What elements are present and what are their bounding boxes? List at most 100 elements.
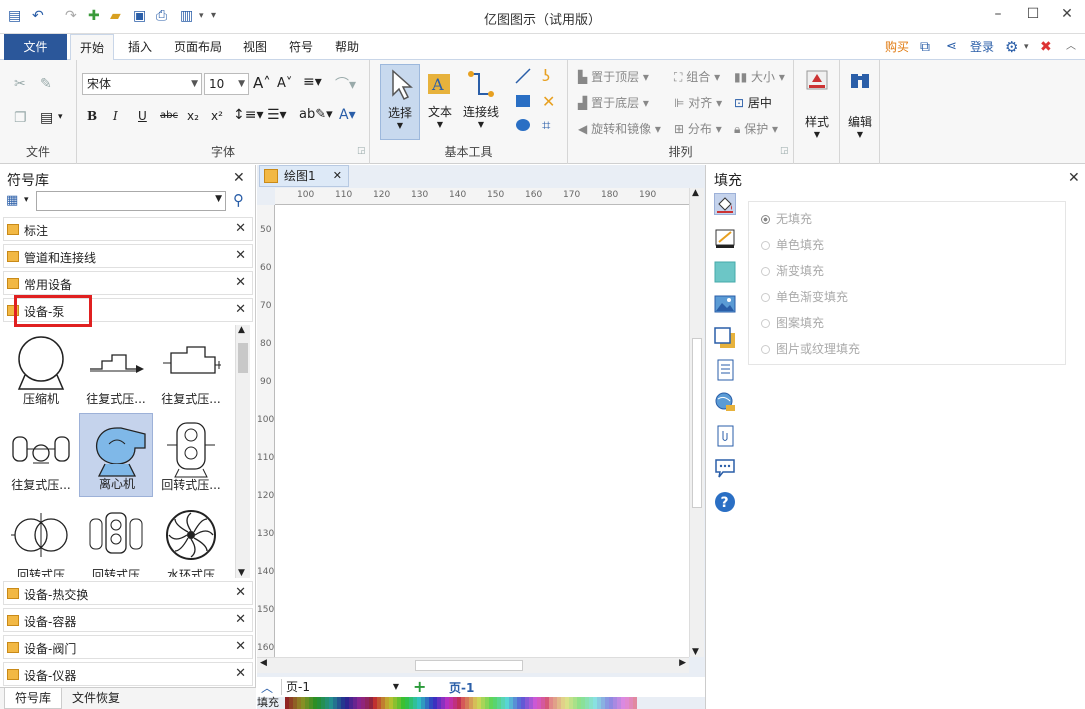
font-color-icon[interactable]: A▾ xyxy=(339,107,356,123)
font-name-select[interactable]: 宋体 ▼ xyxy=(82,73,202,95)
help-icon[interactable]: ? xyxy=(714,491,736,513)
scroll-left-icon[interactable]: ◀ xyxy=(260,658,267,668)
format-painter-icon[interactable]: ✎ xyxy=(40,76,52,92)
collapse-ribbon-icon[interactable]: ︿ xyxy=(1066,34,1076,60)
scroll-up-icon[interactable]: ▲ xyxy=(238,325,245,335)
shape-reciprocating-compressor-3[interactable]: 往复式压... xyxy=(4,413,78,497)
fill-option-gradient[interactable]: 渐变填充 xyxy=(761,262,824,279)
attachment-icon[interactable] xyxy=(714,425,736,447)
superscript-icon[interactable]: x² xyxy=(211,109,223,123)
line-style-icon[interactable] xyxy=(714,227,736,249)
shape-rotary-compressor-3[interactable]: 回转式压 xyxy=(79,499,153,577)
file-menu-button[interactable]: 文件 xyxy=(4,34,67,60)
tab-symbol-library[interactable]: 符号库 xyxy=(4,688,62,709)
shape-reciprocating-compressor-1[interactable]: 往复式压... xyxy=(79,327,153,411)
scroll-right-icon[interactable]: ▶ xyxy=(679,658,686,668)
size-button[interactable]: ▮▮ 大小 ▾ xyxy=(734,68,785,85)
canvas-horizontal-scrollbar[interactable]: ◀ ▶ xyxy=(257,657,689,673)
canvas-vertical-scrollbar[interactable]: ▲ ▼ xyxy=(689,188,704,657)
close-icon[interactable]: ✕ xyxy=(333,166,342,186)
color-palette-strip[interactable] xyxy=(285,697,637,709)
font-size-select[interactable]: 10 ▼ xyxy=(204,73,249,95)
page-select[interactable]: 页-1 ▼ xyxy=(281,679,401,695)
bring-to-front-button[interactable]: ▙ 置于顶层 ▾ xyxy=(578,68,649,85)
tab-file-recovery[interactable]: 文件恢复 xyxy=(72,688,120,708)
shadow-icon[interactable] xyxy=(714,327,736,349)
library-header-annotation[interactable]: 标注 ✕ xyxy=(3,217,253,241)
arc-tool-icon[interactable]: ʖ xyxy=(542,66,550,85)
send-to-back-button[interactable]: ▟ 置于底层 ▾ xyxy=(578,94,649,111)
library-header-valves[interactable]: 设备-阀门 ✕ xyxy=(3,635,253,659)
tab-view[interactable]: 视图 xyxy=(236,34,274,60)
scroll-thumb[interactable] xyxy=(415,660,523,671)
fill-option-picture-texture[interactable]: 图片或纹理填充 xyxy=(761,340,860,357)
select-tool-button[interactable]: 选择 ▼ xyxy=(380,64,420,140)
crop-tool-icon[interactable]: ⌗ xyxy=(542,116,550,134)
fill-option-solid[interactable]: 单色填充 xyxy=(761,236,824,253)
symbol-search-input[interactable]: ▼ xyxy=(36,191,226,211)
image-icon[interactable] xyxy=(714,293,736,315)
close-icon[interactable]: ✕ xyxy=(235,221,246,236)
close-icon[interactable]: ✕ xyxy=(235,248,246,263)
search-icon[interactable]: ⚲ xyxy=(233,191,244,209)
style-button[interactable]: 样式 ▼ xyxy=(798,68,836,150)
text-tool-button[interactable]: A 文本 ▼ xyxy=(422,64,458,140)
close-icon[interactable]: ✕ xyxy=(235,666,246,681)
maximize-icon[interactable]: ☐ xyxy=(1020,6,1046,26)
connector-tool-button[interactable]: 连接线 ▼ xyxy=(460,64,502,140)
tab-insert[interactable]: 插入 xyxy=(120,34,160,60)
drawing-page[interactable] xyxy=(275,205,689,657)
fill-bucket-icon[interactable] xyxy=(714,193,736,215)
library-header-vessels[interactable]: 设备-容器 ✕ xyxy=(3,608,253,632)
scroll-thumb[interactable] xyxy=(692,338,702,508)
edit-button[interactable]: 编辑 ▼ xyxy=(842,68,878,150)
shrink-font-icon[interactable]: A˅ xyxy=(277,76,292,91)
library-menu-dropdown-icon[interactable]: ▾ xyxy=(24,195,29,205)
page-tab[interactable]: 页-1 xyxy=(449,679,474,696)
close-icon[interactable]: ✕ xyxy=(235,639,246,654)
close-icon[interactable]: ✕ xyxy=(233,170,245,186)
strikethrough-icon[interactable]: abc xyxy=(160,110,178,121)
scroll-down-icon[interactable]: ▼ xyxy=(692,647,699,657)
settings-dropdown-icon[interactable]: ▾ xyxy=(1024,34,1029,60)
bold-icon[interactable]: B xyxy=(87,109,97,123)
cut-icon[interactable]: ✂ xyxy=(14,76,26,92)
tab-symbols[interactable]: 符号 xyxy=(282,34,320,60)
library-header-common-equipment[interactable]: 常用设备 ✕ xyxy=(3,271,253,295)
close-icon[interactable]: ✕ xyxy=(1068,170,1080,186)
shape-water-ring-compressor[interactable]: 水环式压 xyxy=(154,499,228,577)
scroll-down-icon[interactable]: ▼ xyxy=(238,568,245,578)
underline-icon[interactable]: U xyxy=(138,109,147,123)
tab-help[interactable]: 帮助 xyxy=(328,34,366,60)
share-window-icon[interactable]: ⧉ xyxy=(920,34,930,60)
italic-icon[interactable]: I xyxy=(113,109,118,123)
line-spacing-icon[interactable]: ↕≡▾ xyxy=(233,107,264,123)
tab-home[interactable]: 开始 xyxy=(70,34,114,61)
minimize-icon[interactable]: – xyxy=(985,6,1011,26)
close-icon[interactable]: ✕ xyxy=(235,585,246,600)
paste-icon[interactable]: ▤ xyxy=(40,110,53,126)
group-button[interactable]: ⛶ 组合 ▾ xyxy=(674,68,720,85)
grow-font-icon[interactable]: A˄ xyxy=(253,74,271,92)
library-header-pipes[interactable]: 管道和连接线 ✕ xyxy=(3,244,253,268)
line-tool-icon[interactable] xyxy=(515,68,531,84)
library-header-heat-exchange[interactable]: 设备-热交换 ✕ xyxy=(3,581,253,605)
buy-link[interactable]: 购买 xyxy=(885,34,909,60)
document-properties-icon[interactable] xyxy=(714,359,736,381)
comment-icon[interactable] xyxy=(714,457,736,479)
paragraph-align-icon[interactable]: ≡▾ xyxy=(303,74,322,90)
line-spacing-curve-icon[interactable]: ⌒▾ xyxy=(335,74,356,94)
close-icon[interactable]: ✕ xyxy=(235,612,246,627)
share-icon[interactable]: ⋖ xyxy=(946,34,957,60)
text-highlight-icon[interactable]: ab✎▾ xyxy=(299,107,333,122)
scroll-up-icon[interactable]: ▲ xyxy=(692,188,699,198)
subscript-icon[interactable]: x₂ xyxy=(187,109,199,123)
cross-tool-icon[interactable]: ✕ xyxy=(542,92,555,111)
paste-dropdown-icon[interactable]: ▾ xyxy=(58,112,63,122)
fill-option-single-gradient[interactable]: 单色渐变填充 xyxy=(761,288,848,305)
center-button[interactable]: ⊡ 居中 xyxy=(734,94,772,111)
chevron-up-icon[interactable]: ︿ xyxy=(261,679,273,696)
add-page-icon[interactable]: + xyxy=(413,677,426,696)
library-menu-icon[interactable]: ▦ xyxy=(6,193,18,208)
shape-list-scrollbar[interactable]: ▲ ▼ xyxy=(235,325,250,578)
